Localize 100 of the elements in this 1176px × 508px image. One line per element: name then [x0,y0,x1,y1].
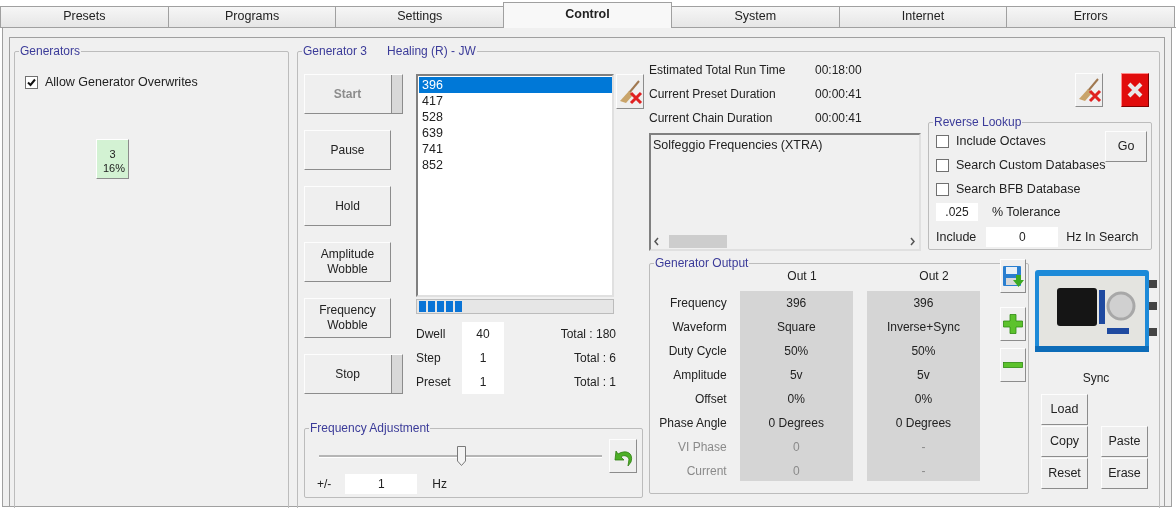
tab[interactable]: Control [503,2,672,28]
list-item[interactable]: 639 [419,125,612,141]
counter-value: 1 [462,346,504,370]
checkbox[interactable] [936,182,949,196]
include-label: Include [936,230,977,244]
counter-value: 1 [462,370,504,394]
output-value: 0 Degrees [894,415,953,432]
timing-value: 00:00:41 [815,86,862,103]
group-title: Generator 3 [303,44,368,58]
check-icon [26,76,37,88]
output-value: Square [775,319,817,336]
row-label: Duty Cycle [667,343,727,360]
list-item[interactable]: 528 [419,109,612,125]
control-button[interactable]: Stop [304,354,403,394]
sync-button[interactable]: Erase [1101,458,1148,489]
checkbox[interactable] [936,158,949,172]
broom-icon [617,78,643,105]
row-label: Frequency [669,295,727,312]
remove-button[interactable] [1000,348,1026,382]
sync-button[interactable]: Paste [1101,426,1148,457]
list-item[interactable]: 852 [419,157,612,173]
list-item[interactable]: 417 [419,93,612,109]
tolerance-field[interactable]: .025 [936,203,978,221]
undo-button[interactable] [609,439,637,473]
list-item[interactable]: 741 [419,141,612,157]
output-value: 50% [910,343,937,360]
save-button[interactable] [1000,259,1026,293]
plus-icon [1003,314,1023,334]
output-value: 5v [788,367,804,384]
clear-button[interactable] [1075,73,1103,107]
checkbox-label: Allow Generator Overwrites [45,75,198,89]
unit-label: Hz [432,477,447,491]
go-button[interactable]: Go [1105,131,1147,162]
row-label: Phase Angle [658,415,727,432]
step-field[interactable]: 1 [345,474,418,494]
output-value: 396 [912,295,935,312]
group-title: Frequency Adjustment [310,421,430,435]
output-value: 0 [791,463,801,480]
counter-label: Step [416,350,442,367]
tab[interactable]: Programs [167,6,337,27]
column-header: Out 2 [918,268,950,285]
row-label: Waveform [671,319,727,336]
sync-button[interactable]: Load [1041,394,1088,425]
slider-thumb[interactable] [456,446,466,466]
checkbox-label: Search BFB Database [956,182,1081,196]
row-label: Offset [693,391,727,408]
generator-tile[interactable]: 3 16% [96,139,129,179]
tab[interactable]: Internet [838,6,1008,27]
tolerance-label: % Tolerance [992,205,1061,219]
output-value: - [920,463,927,480]
counter-value: 40 [462,322,504,346]
tab[interactable]: Presets [0,6,169,27]
clear-button[interactable] [616,74,644,109]
checkbox[interactable] [25,75,38,89]
tab[interactable]: Errors [1006,6,1176,27]
output-value: 50% [783,343,810,360]
step-label: +/- [317,477,332,491]
minus-icon [1003,362,1023,368]
include-field[interactable]: 0 [986,227,1059,247]
output-value: 396 [785,295,808,312]
control-button[interactable]: Hold [304,186,391,226]
control-button[interactable]: Amplitude Wobble [304,242,391,282]
output-value: - [920,439,927,456]
group-title: Reverse Lookup [934,115,1022,129]
list-item[interactable]: 396 [419,77,612,93]
counter-total: Total : 180 [559,326,616,343]
checkbox-label: Search Custom Databases [956,158,1106,172]
close-button[interactable] [1121,73,1149,107]
timing-label: Current Preset Duration [649,86,777,103]
add-button[interactable] [1000,307,1026,341]
sync-button[interactable]: Reset [1041,458,1088,489]
description-text: Solfeggio Frequencies (XTRA) [652,137,824,154]
tab[interactable]: System [670,6,840,27]
output-value: 0% [786,391,806,408]
checkbox[interactable] [936,134,949,148]
row-label: Amplitude [672,367,727,384]
save-icon [1002,265,1024,287]
checkbox-label: Include Octaves [956,134,1046,148]
counter-label: Dwell [416,326,447,343]
output-value: 0 [791,439,801,456]
timing-value: 00:18:00 [815,62,862,79]
output-value: 5v [916,367,931,384]
control-button[interactable]: Pause [304,130,391,170]
tab[interactable]: Settings [335,6,505,27]
timing-label: Current Chain Duration [649,110,774,127]
output-value: 0 Degrees [767,415,825,432]
broom-icon [1076,77,1102,103]
sync-label: Sync [1082,370,1110,387]
row-label: Current [685,463,727,480]
output-value: Inverse+Sync [885,319,961,336]
column-header: Out 1 [786,268,818,285]
timing-value: 00:00:41 [815,110,862,127]
control-button[interactable]: Frequency Wobble [304,298,391,338]
group-title: Generator Output [655,256,749,270]
preset-name: Healing (R) - JW [387,44,476,58]
output-value: 0% [913,391,934,408]
sync-button[interactable]: Copy [1041,426,1088,457]
slider[interactable] [319,445,602,467]
counter-label: Preset [416,374,452,391]
row-label: VI Phase [677,439,727,456]
